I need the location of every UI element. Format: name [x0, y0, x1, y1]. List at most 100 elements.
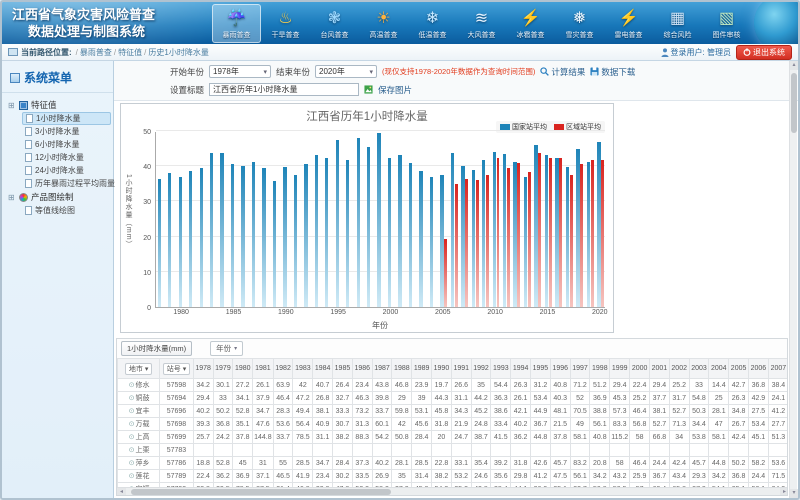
breadcrumb-item[interactable]: 暴雨普查 — [80, 47, 112, 58]
nav-item-low-temp[interactable]: ❄低温普查 — [408, 4, 457, 43]
station-filter-button[interactable]: 站号▾ — [163, 363, 191, 375]
end-year-label: 结束年份 — [276, 66, 310, 78]
breadcrumb-item[interactable]: 历史1小时降水量 — [148, 47, 208, 58]
value-cell: 53.4 — [748, 418, 768, 431]
scroll-down-arrow[interactable]: ▾ — [790, 489, 798, 498]
nav-item-snow[interactable]: ❅雪灾普查 — [555, 4, 604, 43]
bar-national-2020 — [597, 142, 600, 307]
value-cell: 19.7 — [432, 379, 452, 392]
tree-item[interactable]: 等值线绘图 — [22, 204, 111, 217]
path-bar: 当前路径位置: /暴雨普查/特征值/历史1小时降水量 登录用户: 管理员 退出系… — [2, 44, 798, 61]
tree-node-product-mapping[interactable]: ⊞产品图绘制 — [8, 190, 111, 204]
nav-item-high-temp[interactable]: ☀高温普查 — [359, 4, 408, 43]
value-cell: 26.6 — [451, 379, 471, 392]
horizontal-scrollbar[interactable]: ◂ ▸ — [117, 487, 788, 495]
nav-item-drought[interactable]: ♨干旱普查 — [261, 4, 310, 43]
column-header-year: 1985 — [333, 359, 353, 379]
chart-title-input[interactable] — [209, 83, 359, 96]
tree-item-label: 6小时降水量 — [35, 139, 79, 150]
value-cell: 71.3 — [669, 418, 689, 431]
radio-icon[interactable]: ⊙ — [129, 382, 135, 389]
value-cell: 53.4 — [531, 392, 551, 405]
x-tick-label: 1995 — [330, 309, 346, 316]
value-cell: 36.3 — [491, 392, 511, 405]
download-button[interactable]: 数据下载 — [590, 66, 635, 78]
station-name: 宜丰 — [136, 408, 150, 415]
chevron-down-icon: ▾ — [183, 365, 187, 373]
save-image-button[interactable]: 保存图片 — [378, 84, 412, 96]
logout-button[interactable]: 退出系统 — [736, 45, 792, 60]
nav-item-label: 雪灾普查 — [566, 30, 594, 40]
value-cell: 38.1 — [313, 405, 333, 418]
calculate-button[interactable]: 计算结果 — [540, 66, 585, 78]
value-cell: 38.4 — [768, 379, 788, 392]
tree-item[interactable]: 6小时降水量 — [22, 138, 111, 151]
unit-button[interactable]: 1小时降水量(mm) — [121, 341, 192, 356]
precipitation-table: 地市▾站号▾1978197919801981198219831984198519… — [117, 358, 788, 489]
nav-item-typhoon[interactable]: ❃台风普查 — [310, 4, 359, 43]
nav-item-map-review[interactable]: ▧图件审核 — [702, 4, 751, 43]
table-row[interactable]: ⊙上高5769925.724.237.8144.833.778.531.138.… — [118, 431, 789, 444]
table-row[interactable]: ⊙铜鼓5769429.43334.137.946.447.226.832.746… — [118, 392, 789, 405]
breadcrumb-item[interactable]: 特征值 — [118, 47, 142, 58]
menu-icon — [10, 73, 20, 83]
filter-label: 地市 — [129, 364, 143, 374]
scroll-left-arrow[interactable]: ◂ — [117, 488, 126, 496]
nav-item-comprehensive-risk[interactable]: ▦综合风险 — [653, 4, 702, 43]
x-tick-label: 2000 — [383, 309, 399, 316]
expand-icon[interactable]: ⊞ — [8, 193, 16, 202]
table-row[interactable]: ⊙萍乡5778618.852.845315528.534.728.437.340… — [118, 457, 789, 470]
end-year-select[interactable]: 2020年▾ — [315, 65, 377, 78]
tree-node-feature-values[interactable]: ⊞特征值 — [8, 98, 111, 112]
expand-icon[interactable]: ⊞ — [8, 101, 16, 110]
table-row[interactable]: ⊙宜丰5769640.250.252.834.728.349.438.133.3… — [118, 405, 789, 418]
column-header-year: 1990 — [432, 359, 452, 379]
value-cell: 21.9 — [451, 418, 471, 431]
vertical-scroll-thumb[interactable] — [791, 73, 797, 133]
table-row[interactable]: ⊙莲花5778922.436.236.937.146.541.923.430.2… — [118, 470, 789, 483]
value-cell: 28.4 — [412, 431, 432, 444]
nav-item-gale[interactable]: ≋大风普查 — [457, 4, 506, 43]
radio-icon[interactable]: ⊙ — [129, 460, 135, 467]
scroll-right-arrow[interactable]: ▸ — [780, 488, 788, 496]
year-filter-select[interactable]: 年份▾ — [210, 341, 243, 356]
scroll-up-arrow[interactable]: ▴ — [790, 61, 798, 70]
radio-icon[interactable]: ⊙ — [129, 408, 135, 415]
tree-item[interactable]: 12小时降水量 — [22, 151, 111, 164]
table-row[interactable]: ⊙修水5759834.230.127.226.163.94240.726.423… — [118, 379, 789, 392]
value-cell: 26.1 — [253, 379, 274, 392]
radio-icon[interactable]: ⊙ — [129, 421, 135, 428]
value-cell: 29.4 — [650, 379, 670, 392]
start-year-select[interactable]: 1978年▾ — [209, 65, 271, 78]
horizontal-scroll-thumb[interactable] — [131, 489, 391, 495]
nav-item-lightning[interactable]: ⚡雷电普查 — [604, 4, 653, 43]
tree-item[interactable]: 历年暴雨过程平均雨量 — [22, 177, 111, 190]
value-cell: 29.8 — [511, 470, 531, 483]
column-header-year: 1981 — [253, 359, 274, 379]
bar-national-2006 — [451, 153, 454, 307]
value-cell: 25 — [709, 392, 729, 405]
radio-icon[interactable]: ⊙ — [129, 473, 135, 480]
table-row[interactable]: ⊙万载5769839.336.835.147.653.656.440.930.7… — [118, 418, 789, 431]
tree-item[interactable]: 3小时降水量 — [22, 125, 111, 138]
bar-regional-2009 — [486, 175, 489, 307]
x-tick-label: 2005 — [435, 309, 451, 316]
x-tick-label: 2010 — [487, 309, 503, 316]
value-cell: 32.7 — [333, 392, 353, 405]
radio-icon[interactable]: ⊙ — [129, 395, 135, 402]
tree-item[interactable]: 1小时降水量 — [22, 112, 111, 125]
typhoon-icon: ❃ — [328, 8, 341, 30]
vertical-scrollbar[interactable]: ▴ ▾ — [789, 61, 797, 498]
station-name: 上高 — [136, 434, 150, 441]
city-filter-button[interactable]: 地市▾ — [125, 363, 153, 375]
bar-national-1999 — [377, 133, 380, 307]
nav-item-hail[interactable]: ⚡冰雹普查 — [506, 4, 555, 43]
tree-item[interactable]: 24小时降水量 — [22, 164, 111, 177]
value-cell: 44.2 — [471, 392, 491, 405]
value-cell: 34.7 — [253, 405, 274, 418]
radio-icon[interactable]: ⊙ — [129, 447, 135, 454]
nav-item-rainstorm[interactable]: ☔暴雨普查 — [212, 4, 261, 43]
value-cell: 54.4 — [491, 379, 511, 392]
radio-icon[interactable]: ⊙ — [129, 434, 135, 441]
table-row[interactable]: ⊙上栗57783 — [118, 444, 789, 457]
